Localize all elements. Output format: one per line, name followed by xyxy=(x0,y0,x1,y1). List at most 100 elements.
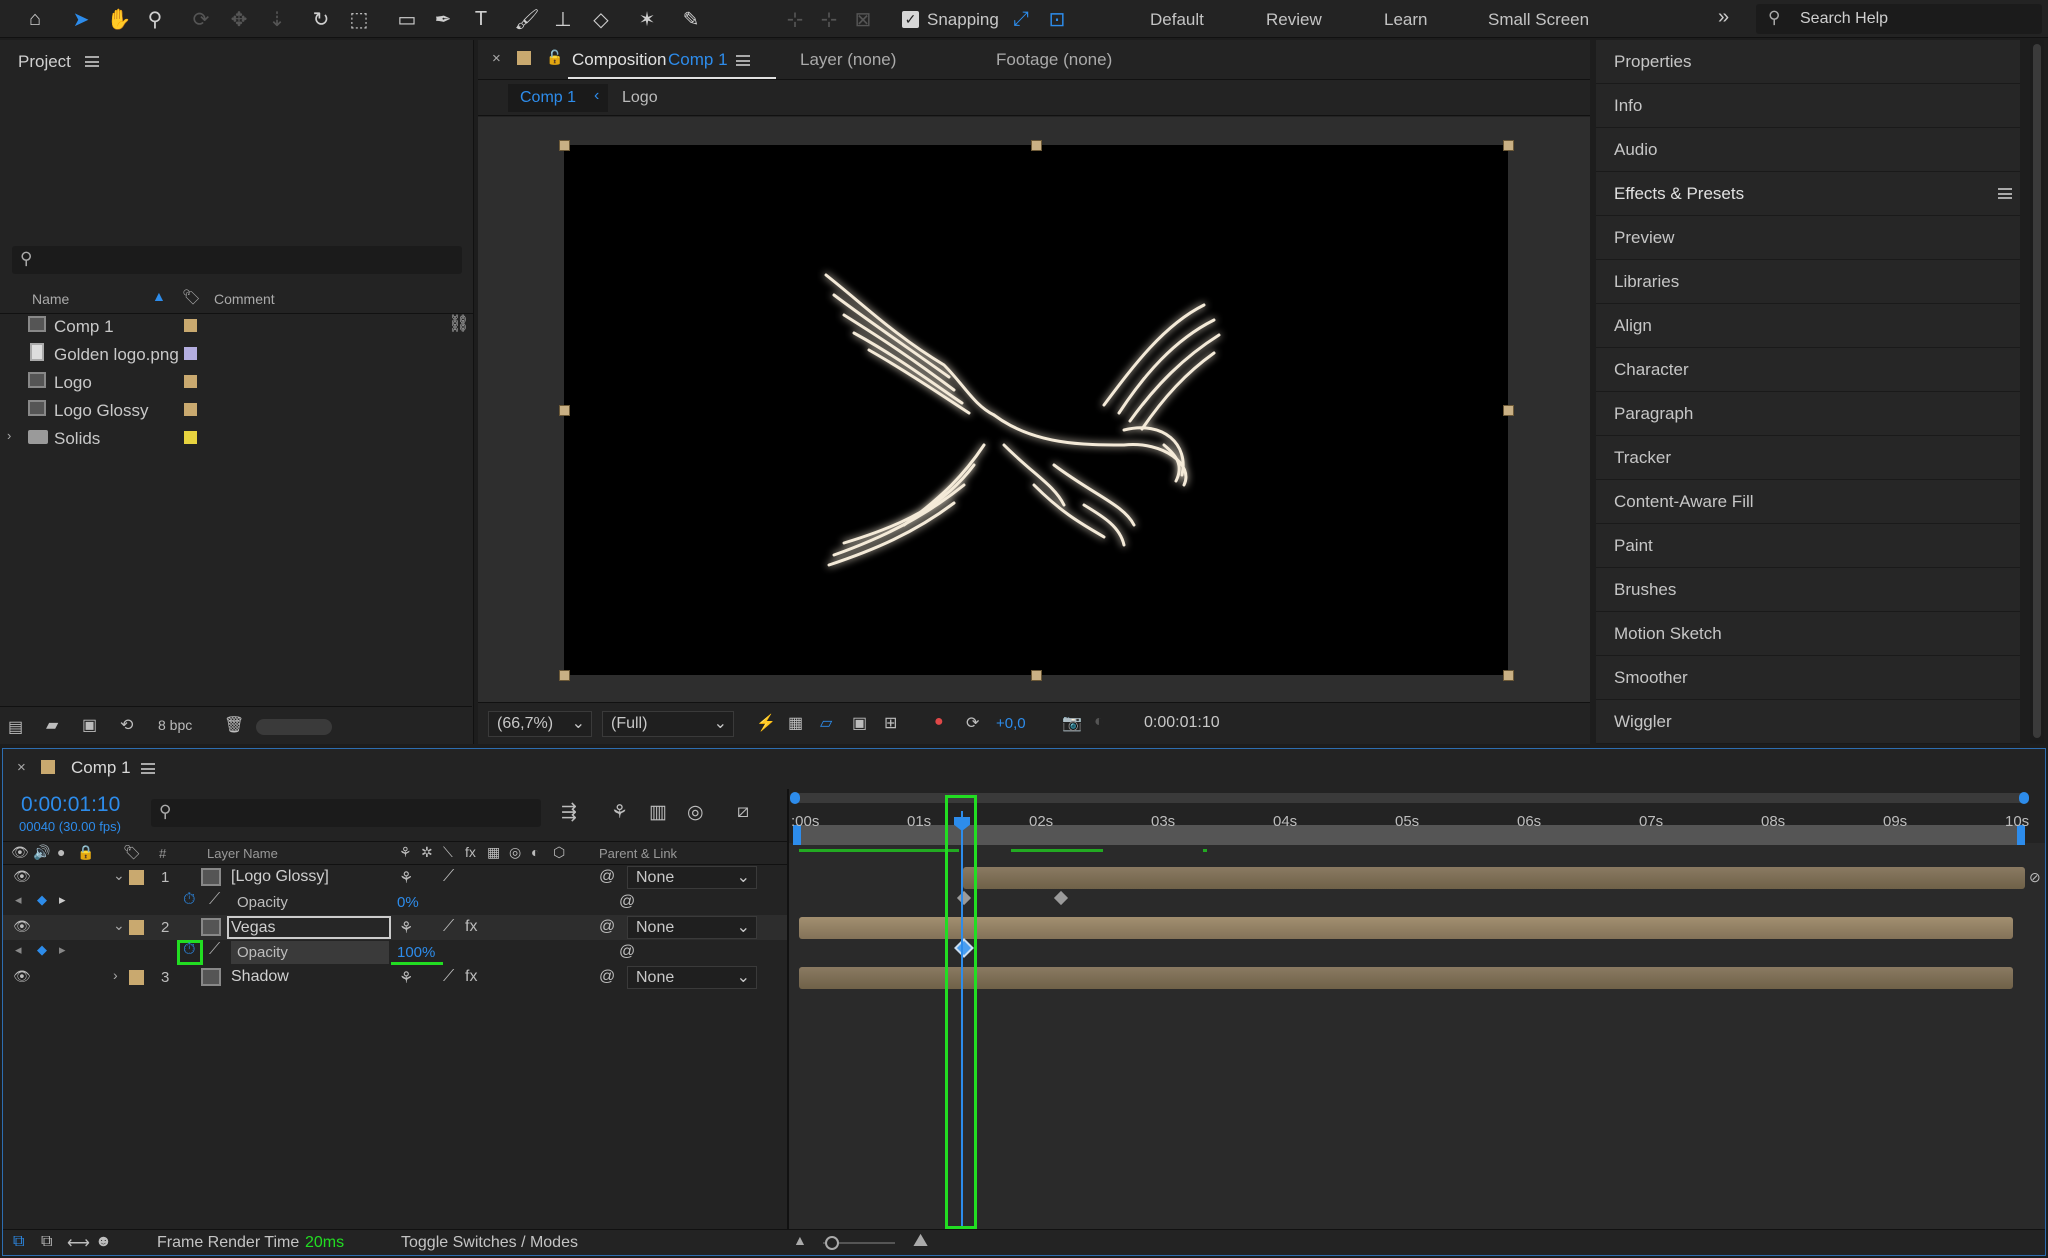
exposure-value[interactable]: +0,0 xyxy=(996,715,1026,732)
motion-sketch-panel-tab[interactable]: Motion Sketch xyxy=(1596,612,2020,656)
quality-switch-icon[interactable]: ⟋ xyxy=(443,868,454,886)
next-keyframe-icon[interactable]: ▸ xyxy=(59,942,66,958)
transform-handle[interactable] xyxy=(1503,405,1514,416)
resolution-dropdown[interactable]: (Full) ⌄ xyxy=(602,711,734,737)
transform-handle[interactable] xyxy=(1031,670,1042,681)
eye-icon[interactable]: 👁 xyxy=(13,918,31,935)
viewer-timecode[interactable]: 0:00:01:10 xyxy=(1136,711,1246,737)
lock-icon[interactable]: 🔒 xyxy=(77,844,94,861)
show-snapshot-icon[interactable]: ◐ xyxy=(1094,713,1104,731)
parent-dropdown[interactable]: None ⌄ xyxy=(627,966,757,989)
character-panel-tab[interactable]: Character xyxy=(1596,348,2020,392)
graph-icon[interactable]: ⟋ xyxy=(209,941,220,959)
label-tag-icon[interactable]: 🏷 xyxy=(182,288,201,306)
axis-world-icon[interactable]: ⊹ xyxy=(814,4,844,34)
stopwatch-icon[interactable]: ⏱ xyxy=(183,891,195,909)
shy-switch-icon[interactable]: ⚘ xyxy=(399,868,413,888)
eye-icon[interactable]: 👁 xyxy=(13,868,31,885)
lock-icon[interactable]: 🔓 xyxy=(546,49,563,66)
region-of-interest-icon[interactable]: ▣ xyxy=(852,713,867,733)
stopwatch-icon[interactable]: ⏱ xyxy=(183,941,195,959)
project-item[interactable]: Logo Glossy xyxy=(0,396,446,424)
composition-tab-prefix[interactable]: Composition xyxy=(572,50,667,70)
scrollbar-thumb[interactable] xyxy=(2033,44,2041,738)
workspace-default[interactable]: Default xyxy=(1150,10,1204,30)
expand-arrow-icon[interactable]: ⌄ xyxy=(113,917,125,934)
zoom-slider-thumb[interactable] xyxy=(825,1236,839,1250)
layer-bar-shadow[interactable] xyxy=(799,967,2013,989)
effect-switch-icon[interactable]: fx xyxy=(465,918,477,936)
right-panel-scrollbar[interactable] xyxy=(2030,40,2044,744)
property-value[interactable]: 100% xyxy=(397,944,435,961)
in-out-icon[interactable]: ⟷ xyxy=(67,1233,90,1253)
previous-keyframe-icon[interactable]: ◂ xyxy=(15,942,22,958)
tracker-panel-tab[interactable]: Tracker xyxy=(1596,436,2020,480)
shy-switch-icon[interactable]: ⚘ xyxy=(399,844,412,861)
comp-mini-flowchart-icon[interactable]: ⇶ xyxy=(561,801,577,824)
layer-switches-icon[interactable]: ⧉ xyxy=(13,1233,24,1251)
parent-dropdown[interactable]: None ⌄ xyxy=(627,866,757,889)
paint-panel-tab[interactable]: Paint xyxy=(1596,524,2020,568)
composition-canvas[interactable] xyxy=(564,145,1508,675)
comp-marker-icon[interactable]: ⊘ xyxy=(2029,869,2041,886)
shy-switch-icon[interactable]: ⚘ xyxy=(399,968,413,988)
label-tag-icon[interactable]: 🏷 xyxy=(123,844,141,861)
pickwhip-icon[interactable]: @ xyxy=(599,918,615,936)
properties-panel-tab[interactable]: Properties xyxy=(1596,40,2020,84)
libraries-panel-tab[interactable]: Libraries xyxy=(1596,260,2020,304)
brush-tool-icon[interactable]: 🖌 xyxy=(512,4,542,34)
project-item[interactable]: Golden logo.png xyxy=(0,340,446,368)
add-keyframe-icon[interactable]: ◆ xyxy=(37,942,47,958)
project-search-input[interactable]: ⚲ xyxy=(12,246,462,274)
frame-blending-icon[interactable]: ▥ xyxy=(649,801,667,824)
time-ruler[interactable]: :00s 01s 02s 03s 04s 05s 06s 07s 08s 09s… xyxy=(789,811,2045,835)
pickwhip-icon[interactable]: @ xyxy=(619,893,635,911)
magnification-dropdown[interactable]: (66,7%) ⌄ xyxy=(488,711,592,737)
reset-exposure-icon[interactable]: ⟳ xyxy=(966,713,979,733)
transform-handle[interactable] xyxy=(559,140,570,151)
eraser-tool-icon[interactable]: ◇ xyxy=(586,4,616,34)
fast-preview-icon[interactable]: ⚡ xyxy=(756,713,776,733)
project-menu-icon[interactable] xyxy=(85,56,99,67)
project-panel-title[interactable]: Project xyxy=(18,52,71,72)
transform-handle[interactable] xyxy=(559,405,570,416)
label-color-chip[interactable] xyxy=(129,970,144,985)
add-keyframe-icon[interactable]: ◆ xyxy=(37,892,47,908)
current-time-display[interactable]: 0:00:01:10 xyxy=(21,793,120,817)
new-composition-icon[interactable]: ▣ xyxy=(82,715,97,735)
label-color-chip[interactable] xyxy=(184,319,197,332)
grid-guides-icon[interactable]: ⊞ xyxy=(884,713,897,733)
transform-handle[interactable] xyxy=(1503,140,1514,151)
frame-blend-switch-icon[interactable]: ▦ xyxy=(487,844,500,861)
zoom-out-icon[interactable]: ▲ xyxy=(793,1232,807,1248)
mask-visibility-icon[interactable]: ▱ xyxy=(820,713,832,733)
smoother-panel-tab[interactable]: Smoother xyxy=(1596,656,2020,700)
more-workspaces-icon[interactable]: » xyxy=(1718,6,1729,29)
pickwhip-icon[interactable]: @ xyxy=(599,968,615,986)
draft-3d-icon[interactable]: ⚘ xyxy=(611,801,628,824)
hand-tool-icon[interactable]: ✋ xyxy=(104,4,134,34)
breadcrumb-logo[interactable]: Logo xyxy=(622,89,658,107)
solo-icon[interactable]: ● xyxy=(57,844,65,860)
footage-tab[interactable]: Footage (none) xyxy=(996,50,1112,70)
wiggler-panel-tab[interactable]: Wiggler xyxy=(1596,700,2020,744)
layer-row[interactable]: 👁 › 3 Shadow ⚘ ⟋ fx @ None ⌄ xyxy=(3,965,787,990)
transform-handle[interactable] xyxy=(1031,140,1042,151)
parent-link-column-header[interactable]: Parent & Link xyxy=(599,846,677,861)
trash-icon[interactable]: 🗑 xyxy=(224,715,244,735)
pan-behind-tool-icon[interactable]: ⬚ xyxy=(344,4,374,34)
comment-column-header[interactable]: Comment xyxy=(214,291,275,307)
project-item[interactable]: › Solids xyxy=(0,424,446,452)
flowchart-icon[interactable]: ⛓ xyxy=(448,314,470,334)
expand-arrow-icon[interactable]: › xyxy=(113,967,118,983)
breadcrumb-comp-1[interactable]: Comp 1 ‹ xyxy=(508,84,608,112)
home-icon[interactable]: ⌂ xyxy=(20,4,50,34)
transfer-controls-icon[interactable]: ⧉ xyxy=(41,1233,52,1251)
snapping-checkbox[interactable]: ✓ xyxy=(902,11,919,28)
timeline-menu-icon[interactable] xyxy=(141,763,155,774)
motion-blur-switch-icon[interactable]: ◎ xyxy=(509,844,521,861)
effects-menu-icon[interactable] xyxy=(1998,188,2012,199)
workspace-learn[interactable]: Learn xyxy=(1384,10,1427,30)
snap-features-icon[interactable]: ⊡ xyxy=(1042,4,1072,34)
timeline-tab-name[interactable]: Comp 1 xyxy=(71,758,131,778)
